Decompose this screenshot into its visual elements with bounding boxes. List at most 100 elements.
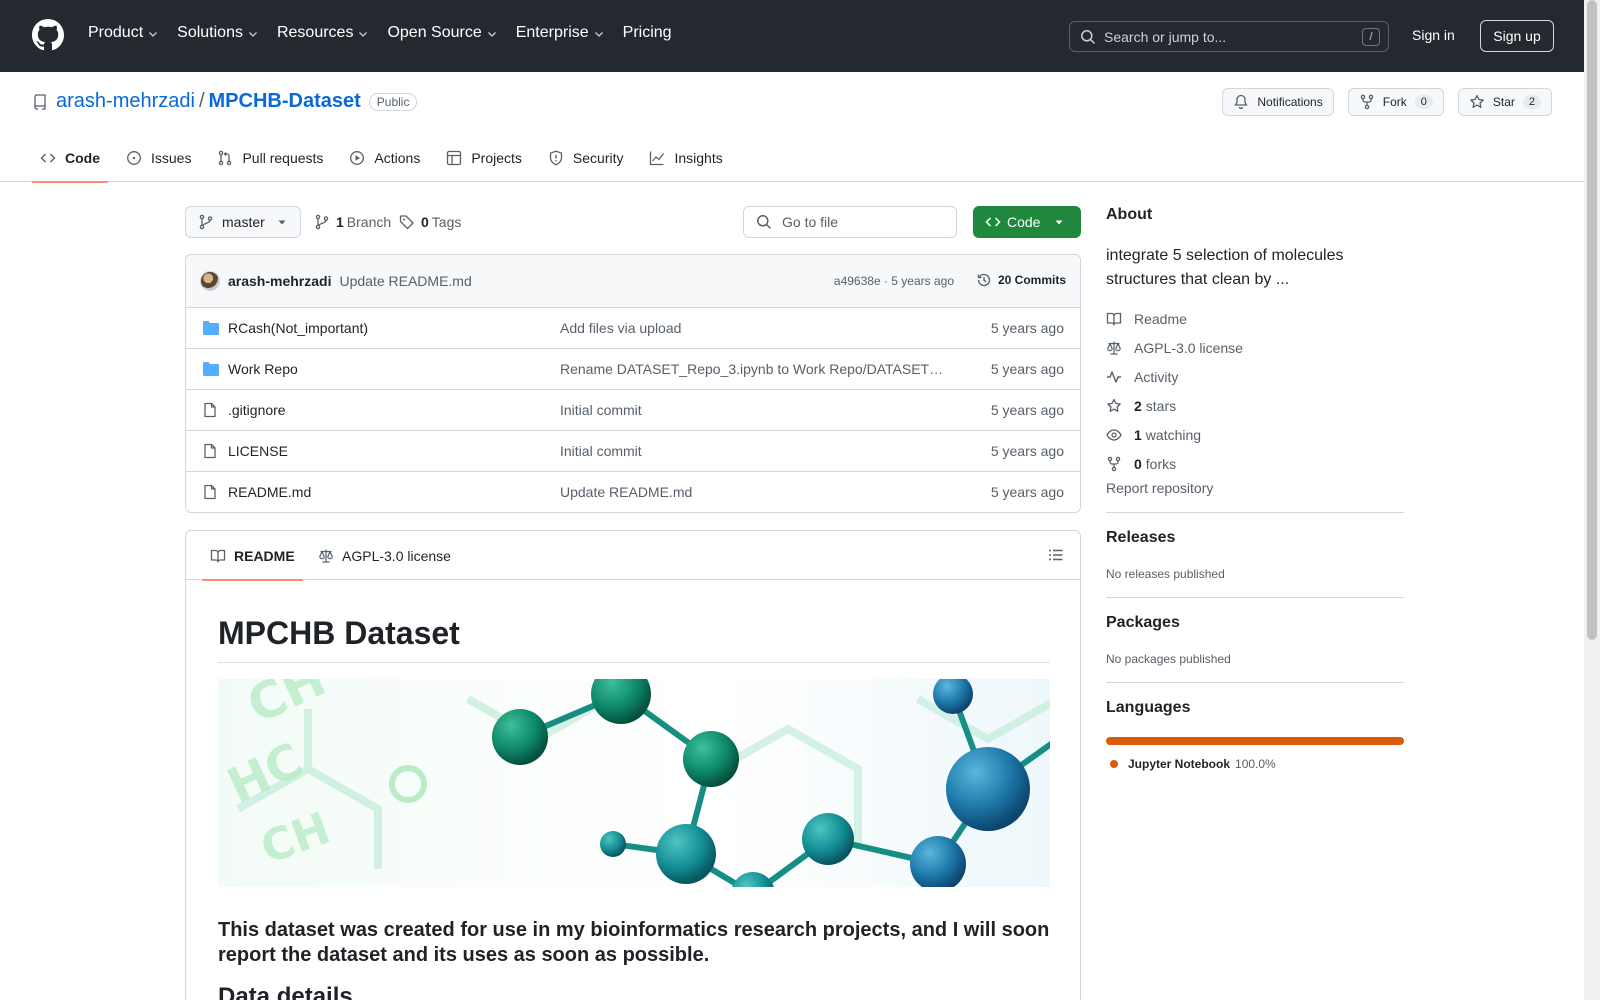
chevron-down-icon bbox=[249, 32, 257, 37]
readme-panel: README AGPL-3.0 license MPCHB Dataset CH… bbox=[185, 530, 1081, 1000]
repo-name-link[interactable]: MPCHB-Dataset bbox=[209, 90, 361, 113]
activity-link-label: Activity bbox=[1134, 368, 1179, 385]
search-icon bbox=[757, 215, 772, 230]
file-commit-message-link[interactable]: Initial commit bbox=[560, 402, 950, 418]
chevron-down-icon bbox=[149, 32, 158, 37]
tag-icon bbox=[399, 215, 414, 230]
packages-heading[interactable]: Packages bbox=[1106, 614, 1404, 632]
nav-product-label: Product bbox=[88, 24, 144, 41]
file-row[interactable]: README.md Update README.md 5 years ago bbox=[186, 472, 1080, 512]
go-to-file-placeholder: Go to file bbox=[782, 214, 839, 230]
tab-pull-requests-label: Pull requests bbox=[242, 150, 324, 166]
file-name-link[interactable]: Work Repo bbox=[228, 361, 298, 377]
nav-product[interactable]: Product bbox=[88, 24, 159, 42]
commit-message-link[interactable]: Update README.md bbox=[339, 273, 471, 289]
tab-insights[interactable]: Insights bbox=[641, 134, 730, 182]
file-name-link[interactable]: .gitignore bbox=[228, 402, 286, 418]
file-name-link[interactable]: README.md bbox=[228, 484, 311, 500]
tab-security-label: Security bbox=[572, 150, 624, 166]
nav-resources[interactable]: Resources bbox=[277, 24, 369, 42]
readme-title: MPCHB Dataset bbox=[218, 615, 1050, 663]
file-commit-message-link[interactable]: Rename DATASET_Repo_3.ipynb to Work Repo… bbox=[560, 361, 950, 377]
license-tab[interactable]: AGPL-3.0 license bbox=[310, 531, 459, 580]
file-icon bbox=[204, 443, 216, 459]
fork-label: Fork bbox=[1382, 95, 1407, 109]
visibility-badge: Public bbox=[368, 92, 418, 111]
file-commit-message-link[interactable]: Add files via upload bbox=[560, 320, 950, 336]
branches-link[interactable]: 1 Branch bbox=[314, 214, 391, 230]
star-icon bbox=[1107, 398, 1121, 412]
tags-link[interactable]: 0 Tags bbox=[399, 214, 461, 230]
repo-header: arash-mehrzadi / MPCHB-Dataset Public No… bbox=[0, 72, 1584, 183]
file-icon bbox=[204, 484, 216, 500]
file-row[interactable]: RCash(Not_important) Add files via uploa… bbox=[186, 308, 1080, 349]
branch-name: master bbox=[222, 214, 265, 230]
nav-pricing-label: Pricing bbox=[622, 24, 672, 41]
pulse-icon bbox=[1107, 370, 1121, 383]
star-button[interactable]: Star 2 bbox=[1457, 88, 1552, 116]
scrollbar-thumb[interactable] bbox=[1587, 0, 1597, 640]
stars-count: 2 bbox=[1134, 397, 1142, 414]
file-browser: arash-mehrzadi Update README.md a49638e … bbox=[185, 254, 1081, 513]
graph-icon bbox=[650, 151, 665, 166]
sign-up-button[interactable]: Sign up bbox=[1480, 20, 1554, 52]
tab-issues[interactable]: Issues bbox=[118, 134, 199, 182]
play-icon bbox=[350, 151, 365, 165]
nav-pricing[interactable]: Pricing bbox=[623, 24, 672, 42]
commits-link[interactable]: 20 Commits bbox=[976, 272, 1066, 288]
page-scrollbar[interactable] bbox=[1584, 0, 1600, 1000]
tags-count-label: Tags bbox=[431, 214, 462, 230]
notifications-button[interactable]: Notifications bbox=[1222, 88, 1334, 116]
avatar[interactable] bbox=[200, 271, 220, 291]
about-links: Readme AGPL-3.0 license Activity 2 stars… bbox=[1106, 304, 1404, 478]
latest-commit-bar: arash-mehrzadi Update README.md a49638e … bbox=[186, 255, 1080, 308]
nav-solutions[interactable]: Solutions bbox=[177, 24, 259, 42]
commit-author-link[interactable]: arash-mehrzadi bbox=[228, 273, 331, 289]
report-repository-link[interactable]: Report repository bbox=[1106, 480, 1404, 496]
bell-icon bbox=[1234, 94, 1249, 110]
search-shortcut-key: / bbox=[1362, 28, 1380, 46]
file-toolbar: master 1 Branch 0 Tags Go to file Code bbox=[185, 206, 1081, 238]
notifications-label: Notifications bbox=[1257, 95, 1323, 109]
file-name-link[interactable]: LICENSE bbox=[228, 443, 288, 459]
sign-in-link[interactable]: Sign in bbox=[1412, 27, 1455, 43]
fork-button[interactable]: Fork 0 bbox=[1347, 88, 1444, 116]
language-item[interactable]: Jupyter Notebook 100.0% bbox=[1106, 757, 1404, 771]
nav-open-source[interactable]: Open Source bbox=[387, 24, 497, 42]
caret-down-icon bbox=[278, 220, 286, 225]
file-name-link[interactable]: RCash(Not_important) bbox=[228, 320, 368, 336]
file-commit-message-link[interactable]: Initial commit bbox=[560, 443, 950, 459]
activity-link[interactable]: Activity bbox=[1106, 362, 1404, 391]
file-row[interactable]: Work Repo Rename DATASET_Repo_3.ipynb to… bbox=[186, 349, 1080, 390]
law-icon bbox=[319, 549, 333, 563]
license-link[interactable]: AGPL-3.0 license bbox=[1106, 333, 1404, 362]
branch-select-button[interactable]: master bbox=[185, 206, 301, 238]
file-row[interactable]: LICENSE Initial commit 5 years ago bbox=[186, 431, 1080, 472]
global-search-input[interactable]: Search or jump to... / bbox=[1069, 21, 1389, 52]
file-row[interactable]: .gitignore Initial commit 5 years ago bbox=[186, 390, 1080, 431]
readme-molecule-image: CH HC CH bbox=[218, 679, 1050, 887]
releases-heading[interactable]: Releases bbox=[1106, 529, 1404, 547]
tab-pull-requests[interactable]: Pull requests bbox=[209, 134, 331, 182]
go-to-file-input[interactable]: Go to file bbox=[743, 206, 957, 238]
tab-projects[interactable]: Projects bbox=[438, 134, 530, 182]
tab-actions[interactable]: Actions bbox=[341, 134, 428, 182]
code-dropdown-button[interactable]: Code bbox=[973, 206, 1081, 238]
file-commit-message-link[interactable]: Update README.md bbox=[560, 484, 950, 500]
watchers-link[interactable]: 1 watching bbox=[1106, 420, 1404, 449]
fork-icon bbox=[1107, 456, 1121, 471]
tab-security[interactable]: Security bbox=[540, 134, 632, 182]
repo-separator: / bbox=[198, 90, 205, 112]
repo-owner-link[interactable]: arash-mehrzadi bbox=[56, 90, 195, 113]
stars-link[interactable]: 2 stars bbox=[1106, 391, 1404, 420]
nav-enterprise[interactable]: Enterprise bbox=[516, 24, 605, 42]
commit-meta[interactable]: a49638e · 5 years ago bbox=[834, 274, 954, 288]
language-name: Jupyter Notebook bbox=[1128, 757, 1231, 771]
github-logo-icon[interactable] bbox=[32, 19, 64, 51]
readme-tab[interactable]: README bbox=[202, 531, 303, 581]
language-percent: 100.0% bbox=[1235, 757, 1276, 771]
forks-link[interactable]: 0 forks bbox=[1106, 449, 1404, 478]
list-unordered-icon[interactable] bbox=[1048, 547, 1064, 563]
tab-code[interactable]: Code bbox=[32, 134, 108, 183]
readme-link[interactable]: Readme bbox=[1106, 304, 1404, 333]
